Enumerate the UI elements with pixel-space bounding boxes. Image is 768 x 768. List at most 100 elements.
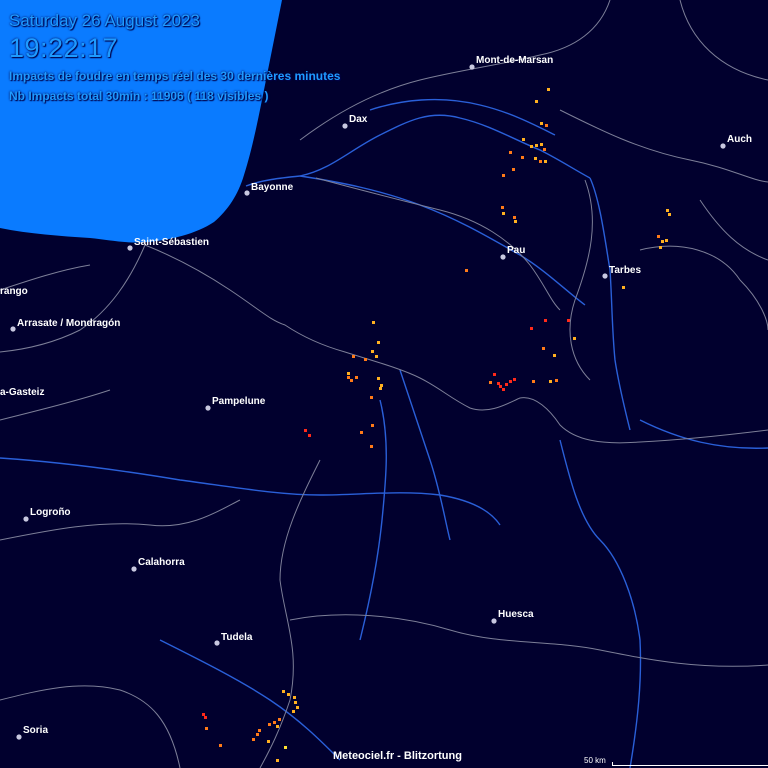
strike (540, 143, 543, 146)
strike (534, 157, 537, 160)
strike (293, 696, 296, 699)
strike (622, 286, 625, 289)
strike (497, 382, 500, 385)
river-cinca (559, 439, 642, 768)
strike (292, 710, 295, 713)
strike (308, 434, 311, 437)
strike (540, 122, 543, 125)
strike (375, 355, 378, 358)
city-dot-logrono (23, 516, 29, 522)
strike (521, 156, 524, 159)
city-label-tarbes: Tarbes (609, 265, 641, 276)
scale-bar (612, 762, 768, 766)
strike (370, 396, 373, 399)
strike (547, 88, 550, 91)
strike (542, 347, 545, 350)
border-gers (559, 109, 768, 183)
city-label-soria: Soria (23, 725, 48, 736)
strike (539, 160, 542, 163)
strike (347, 376, 350, 379)
city-label-rango: rango (0, 286, 28, 297)
border-navarra-gipuzkoa (0, 244, 146, 353)
strike (267, 740, 270, 743)
strike (553, 354, 556, 357)
border-hautes-pyrenees (569, 179, 593, 381)
river-adour-upper (589, 177, 631, 431)
city-dot-auch (720, 143, 726, 149)
strike (501, 206, 504, 209)
header-time: 19:22:17 (9, 33, 119, 63)
strike (379, 387, 382, 390)
city-label-tudela: Tudela (221, 632, 253, 643)
strike (284, 746, 287, 749)
city-dot-pau (500, 254, 506, 260)
river-segre (639, 419, 768, 449)
strike (668, 213, 671, 216)
strike (573, 337, 576, 340)
strike (544, 160, 547, 163)
lightning-map: Mont-de-Marsan Dax Auch Bayonne Saint-Sé… (0, 0, 768, 768)
strike (202, 713, 205, 716)
strike (273, 721, 276, 724)
strike (296, 706, 299, 709)
strike (545, 124, 548, 127)
header-subtitle: Impacts de foudre en temps réel des 30 d… (9, 69, 341, 83)
strike (252, 738, 255, 741)
strike (282, 690, 285, 693)
strike (522, 138, 525, 141)
city-label-saint-sebastien: Saint-Sébastien (134, 237, 209, 248)
strike (513, 378, 516, 381)
city-label-huesca: Huesca (498, 609, 534, 620)
strike (665, 239, 668, 242)
strike (661, 240, 664, 243)
river-midouze (369, 98, 556, 136)
city-label-arrasate: Arrasate / Mondragón (17, 318, 120, 329)
strike (666, 209, 669, 212)
credit-label: Meteociel.fr - Blitzortung (333, 750, 462, 762)
city-dot-huesca (491, 618, 497, 624)
strike (465, 269, 468, 272)
strike (205, 727, 208, 730)
strike (355, 376, 358, 379)
strike (364, 358, 367, 361)
border-gers-south (639, 245, 768, 331)
border-landes (299, 0, 611, 141)
strike (276, 759, 279, 762)
strike (219, 744, 222, 747)
strike (512, 168, 515, 171)
strike (549, 380, 552, 383)
strike (377, 341, 380, 344)
strike (377, 377, 380, 380)
strike (304, 429, 307, 432)
border-huesca-zaragoza (289, 614, 768, 667)
strike (380, 384, 383, 387)
strike (502, 388, 505, 391)
strike (543, 148, 546, 151)
river-ebro (0, 457, 501, 526)
city-label-calahorra: Calahorra (138, 557, 185, 568)
border-auch-east (699, 199, 768, 261)
strike (347, 372, 350, 375)
strike (352, 355, 355, 358)
border-la-rioja (0, 499, 241, 541)
city-label-logrono: Logroño (30, 507, 71, 518)
strike (502, 174, 505, 177)
strike (502, 212, 505, 215)
border-pyrenees-atlantiques (315, 177, 561, 311)
city-label-auch: Auch (727, 134, 752, 145)
city-dot-mont-de-marsan (469, 64, 475, 70)
strike (532, 380, 535, 383)
border-tarn (679, 0, 768, 81)
strike (505, 383, 508, 386)
strike (489, 381, 492, 384)
strike (544, 319, 547, 322)
strike (360, 431, 363, 434)
city-dot-dax (342, 123, 348, 129)
strike (659, 246, 662, 249)
city-label-pampelune: Pampelune (212, 396, 266, 407)
strike (268, 723, 271, 726)
city-label-dax: Dax (349, 114, 368, 125)
city-dot-bayonne (244, 190, 250, 196)
strike (287, 693, 290, 696)
strike (278, 718, 281, 721)
